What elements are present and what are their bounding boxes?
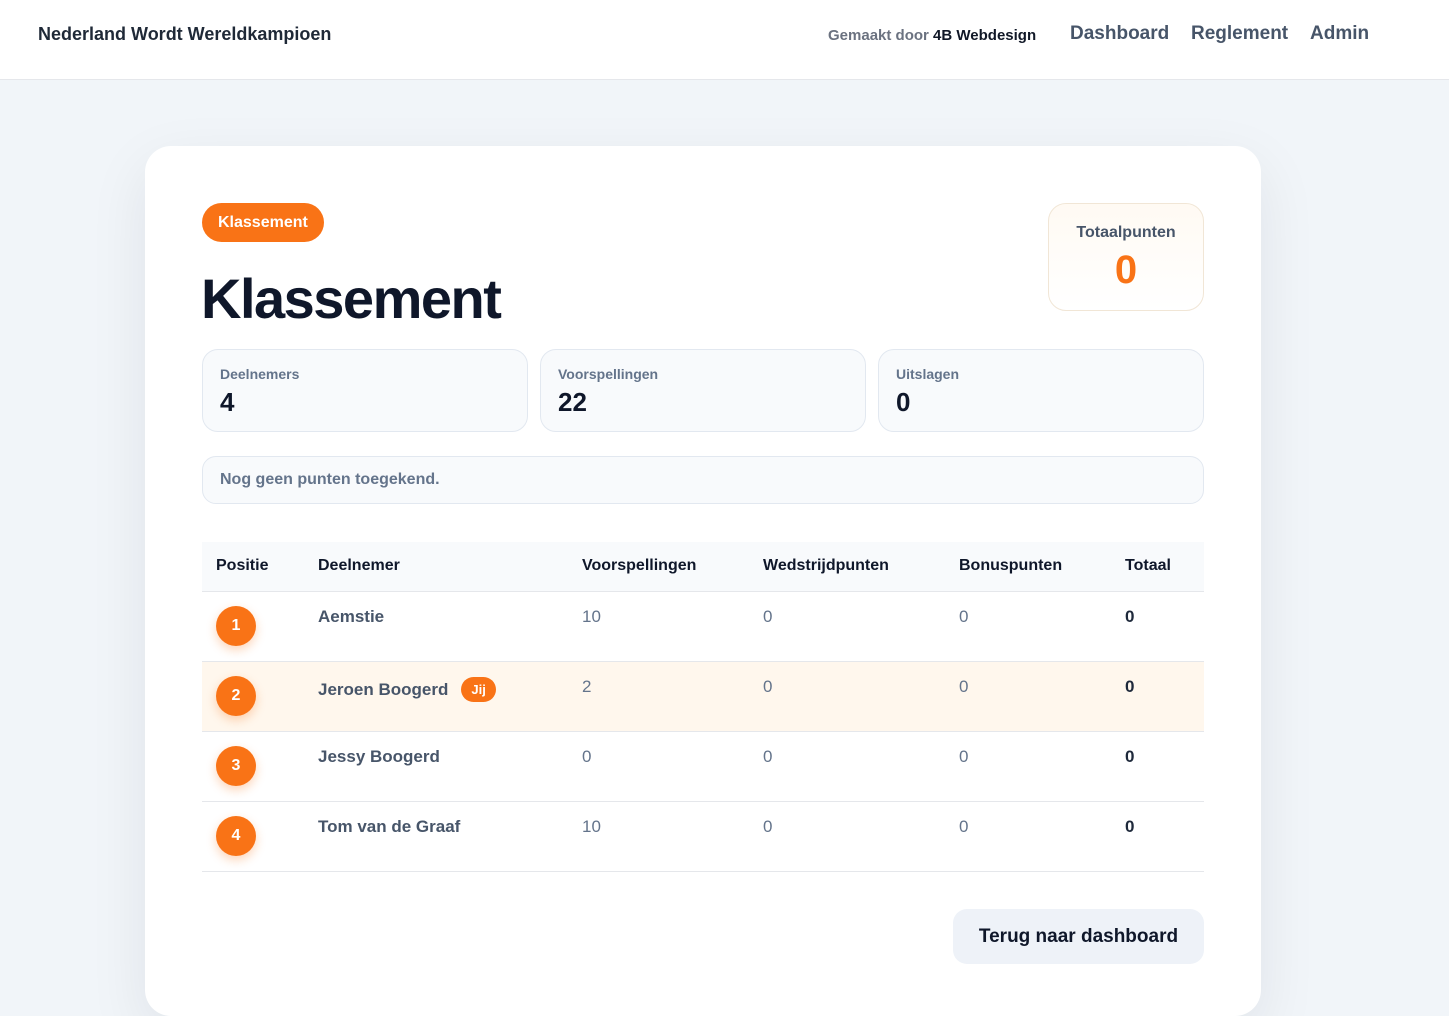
- section-pill: Klassement: [202, 203, 324, 242]
- no-points-notice: Nog geen punten toegekend.: [202, 456, 1204, 504]
- stat-card-results: Uitslagen 0: [878, 349, 1204, 432]
- credit-name: 4B Webdesign: [933, 27, 1037, 44]
- total-points: 0: [1125, 677, 1135, 696]
- nav-link-admin[interactable]: Admin: [1310, 23, 1369, 45]
- column-header-participant: Deelnemer: [318, 557, 400, 574]
- table-header-row: Positie Deelnemer Voorspellingen Wedstri…: [202, 542, 1204, 592]
- stat-label: Voorspellingen: [558, 366, 659, 382]
- total-points: 0: [1125, 747, 1135, 766]
- column-header-bonus-points: Bonuspunten: [959, 557, 1063, 574]
- position-badge: 2: [216, 676, 256, 716]
- current-user-badge: Jij: [461, 677, 496, 702]
- total-points: 0: [1125, 817, 1135, 836]
- bonus-points: 0: [959, 817, 969, 836]
- participant-name: Jessy Boogerd: [318, 747, 440, 766]
- total-points-box: Totaalpunten 0: [1048, 203, 1204, 311]
- predictions-count: 10: [582, 607, 601, 626]
- stat-value: 22: [558, 387, 587, 417]
- position-badge: 3: [216, 746, 256, 786]
- participant-name: Tom van de Graaf: [318, 817, 461, 836]
- position-badge: 1: [216, 606, 256, 646]
- participant-name: Jeroen Boogerd: [318, 680, 449, 699]
- table-row: 3 Jessy Boogerd 0 0 0 0: [202, 732, 1204, 802]
- standings-table: Positie Deelnemer Voorspellingen Wedstri…: [202, 542, 1204, 872]
- standings-card: Klassement Klassement Totaalpunten 0 Dee…: [145, 146, 1261, 1016]
- position-badge: 4: [216, 816, 256, 856]
- total-points: 0: [1125, 607, 1135, 626]
- match-points: 0: [763, 747, 773, 766]
- credit-text: Gemaakt door 4B Webdesign: [828, 27, 1036, 44]
- table-row-current-user: 2 Jeroen Boogerd Jij 2 0 0 0: [202, 662, 1204, 732]
- match-points: 0: [763, 817, 773, 836]
- table-row: 1 Aemstie 10 0 0 0: [202, 592, 1204, 662]
- table-row: 4 Tom van de Graaf 10 0 0 0: [202, 802, 1204, 872]
- stat-value: 0: [896, 387, 911, 417]
- stat-value: 4: [220, 387, 235, 417]
- column-header-predictions: Voorspellingen: [582, 557, 697, 574]
- predictions-count: 2: [582, 677, 592, 696]
- match-points: 0: [763, 677, 773, 696]
- stat-card-participants: Deelnemers 4: [202, 349, 528, 432]
- predictions-count: 10: [582, 817, 601, 836]
- predictions-count: 0: [582, 747, 592, 766]
- nav-link-dashboard[interactable]: Dashboard: [1070, 23, 1169, 45]
- stat-card-predictions: Voorspellingen 22: [540, 349, 866, 432]
- column-header-position: Positie: [216, 557, 269, 574]
- column-header-total: Totaal: [1125, 557, 1171, 574]
- column-header-match-points: Wedstrijdpunten: [763, 557, 889, 574]
- bonus-points: 0: [959, 677, 969, 696]
- participant-name: Aemstie: [318, 607, 385, 626]
- stat-label: Uitslagen: [896, 366, 960, 382]
- nav-link-reglement[interactable]: Reglement: [1191, 23, 1288, 45]
- bonus-points: 0: [959, 607, 969, 626]
- total-points-value: 0: [1114, 248, 1138, 292]
- site-title: Nederland Wordt Wereldkampioen: [38, 24, 332, 44]
- match-points: 0: [763, 607, 773, 626]
- stat-label: Deelnemers: [220, 366, 300, 382]
- total-points-label: Totaalpunten: [1076, 224, 1176, 241]
- back-to-dashboard-button[interactable]: Terug naar dashboard: [953, 909, 1204, 964]
- page-title: Klassement: [201, 267, 502, 330]
- participant-name-cell: Jeroen Boogerd Jij: [318, 677, 496, 702]
- top-navigation-bar: Nederland Wordt Wereldkampioen Gemaakt d…: [0, 0, 1449, 80]
- credit-prefix: Gemaakt door: [828, 27, 929, 44]
- bonus-points: 0: [959, 747, 969, 766]
